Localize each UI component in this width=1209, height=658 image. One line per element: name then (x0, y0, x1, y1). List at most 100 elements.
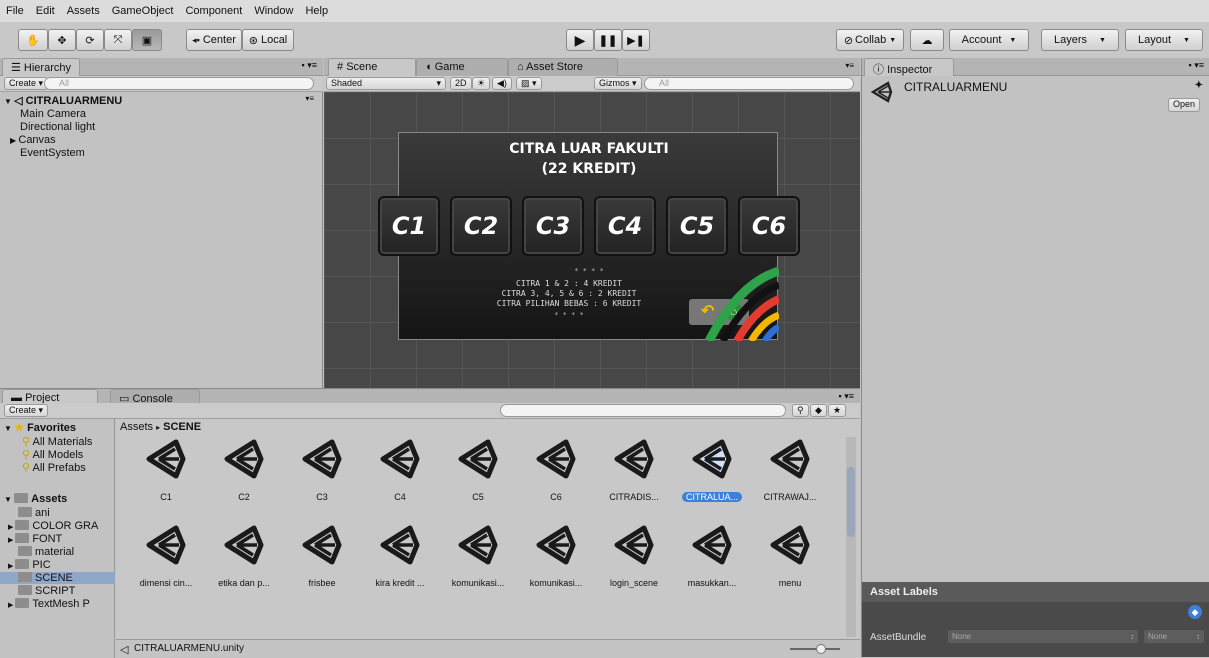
scene-asset[interactable]: login_scene (598, 523, 670, 603)
button-c2[interactable]: C2 (450, 196, 512, 256)
slider-handle[interactable] (816, 644, 826, 654)
hand-tool-button[interactable]: ✋ (18, 29, 48, 51)
panel-menu-icon[interactable]: ▪ ▾≡ (302, 60, 317, 71)
scene-asset[interactable]: etika dan p... (208, 523, 280, 603)
breadcrumb-assets[interactable]: Assets (120, 421, 153, 433)
scale-tool-button[interactable]: ⤧ (104, 29, 132, 51)
scene-asset[interactable]: C2 (208, 437, 280, 517)
grid-scrollbar[interactable] (846, 437, 856, 637)
open-button[interactable]: Open (1168, 98, 1201, 112)
icon-size-slider[interactable] (790, 644, 840, 654)
button-c6[interactable]: C6 (738, 196, 800, 256)
settings-icon[interactable]: ✦ (1195, 80, 1203, 91)
hierarchy-create-button[interactable]: Create ▾ (4, 77, 49, 90)
scene-asset[interactable]: frisbee (286, 523, 358, 603)
tab-asset-store[interactable]: ⌂ Asset Store (508, 58, 618, 76)
scene-asset[interactable]: dimensi cin... (130, 523, 202, 603)
button-c4[interactable]: C4 (594, 196, 656, 256)
asset-bundle-variant-dropdown[interactable]: None ↕ (1144, 630, 1204, 643)
scene-asset[interactable]: CITRALUA... (676, 437, 748, 517)
scene-asset[interactable]: menu (754, 523, 826, 603)
filter-label-button[interactable]: ◆ (810, 404, 827, 417)
step-button[interactable]: ▶❚ (622, 29, 650, 51)
folder-ani[interactable]: ani (18, 507, 50, 519)
panel-menu-icon[interactable]: ▪ ▾≡ (1189, 60, 1204, 71)
panel-menu-icon[interactable]: ▪ ▾≡ (839, 391, 854, 402)
scene-menu-icon[interactable]: ▾≡ (305, 94, 314, 103)
folder-material[interactable]: material (18, 546, 74, 558)
project-create-button[interactable]: Create ▾ (4, 404, 49, 417)
button-c1[interactable]: C1 (378, 196, 440, 256)
scene-asset[interactable]: C1 (130, 437, 202, 517)
scene-viewport[interactable]: CITRA LUAR FAKULTI (22 KREDIT) * * * * C… (324, 92, 860, 388)
hierarchy-item-main-camera[interactable]: Main Camera (20, 108, 86, 120)
folder-script[interactable]: SCRIPT (18, 585, 75, 597)
menu-window[interactable]: Window (254, 5, 293, 17)
folder-font[interactable]: ▶ FONT (8, 533, 62, 545)
scene-root-item[interactable]: ▼ ◁ CITRALUARMENU ▾≡ (4, 94, 322, 107)
scene-asset[interactable]: CITRADIS... (598, 437, 670, 517)
menu-edit[interactable]: Edit (36, 5, 55, 17)
tab-scene[interactable]: # Scene (328, 58, 416, 76)
scrollbar-thumb[interactable] (847, 467, 855, 537)
tag-icon[interactable]: ◆ (1188, 605, 1202, 619)
gizmos-dropdown[interactable]: Gizmos ▾ (594, 77, 642, 90)
project-search-input[interactable] (500, 404, 786, 417)
hierarchy-item-directional-light[interactable]: Directional light (20, 121, 95, 133)
pivot-local-button[interactable]: ⊛ Local (242, 29, 294, 51)
audio-toggle[interactable]: ◀) (492, 77, 512, 90)
folder-color-gra[interactable]: ▶ COLOR GRA (8, 520, 98, 532)
scene-asset[interactable]: CITRAWAJ... (754, 437, 826, 517)
tab-game[interactable]: ◖ Game (416, 58, 508, 76)
hierarchy-item-canvas[interactable]: ▶ Canvas (10, 134, 56, 146)
menu-help[interactable]: Help (305, 5, 328, 17)
menu-assets[interactable]: Assets (67, 5, 100, 17)
account-dropdown[interactable]: Account ▼ (949, 29, 1029, 51)
cloud-button[interactable]: ☁ (910, 29, 944, 51)
scene-asset[interactable]: C6 (520, 437, 592, 517)
play-button[interactable]: ▶ (566, 29, 594, 51)
tab-hierarchy[interactable]: ☰ Hierarchy (2, 58, 80, 76)
favorite-button[interactable]: ★ (828, 404, 847, 417)
menu-component[interactable]: Component (185, 5, 242, 17)
favorite-all-prefabs[interactable]: ⚲ All Prefabs (22, 461, 86, 474)
breadcrumb-scene[interactable]: SCENE (163, 421, 201, 433)
collab-dropdown[interactable]: ⊘ Collab ▼ (836, 29, 904, 51)
folder-scene[interactable]: SCENE (0, 572, 115, 584)
tab-inspector[interactable]: ⓘ Inspector (864, 58, 954, 76)
folder-pic[interactable]: ▶ PIC (8, 559, 51, 571)
hierarchy-search-input[interactable]: All (44, 77, 314, 90)
scene-search-input[interactable]: All (644, 77, 854, 90)
menu-gameobject[interactable]: GameObject (112, 5, 174, 17)
toggle-2d-button[interactable]: 2D (450, 77, 472, 90)
move-tool-button[interactable]: ✥ (48, 29, 76, 51)
favorite-all-models[interactable]: ⚲ All Models (22, 448, 83, 461)
button-c5[interactable]: C5 (666, 196, 728, 256)
filter-type-button[interactable]: ⚲ (792, 404, 809, 417)
scene-asset[interactable]: C4 (364, 437, 436, 517)
scene-asset[interactable]: kira kredit ... (364, 523, 436, 603)
scene-asset[interactable]: masukkan... (676, 523, 748, 603)
favorite-all-materials[interactable]: ⚲ All Materials (22, 435, 92, 448)
scene-asset[interactable]: C5 (442, 437, 514, 517)
asset-bundle-dropdown[interactable]: None ↕ (948, 630, 1138, 643)
scene-asset[interactable]: komunikasi... (520, 523, 592, 603)
effects-dropdown[interactable]: ▨ ▾ (516, 77, 542, 90)
shading-mode-dropdown[interactable]: Shaded ▾ (326, 77, 446, 90)
pivot-center-button[interactable]: ◂▪ Center (186, 29, 242, 51)
lighting-toggle[interactable]: ☀ (472, 77, 491, 90)
menu-file[interactable]: File (6, 5, 24, 17)
folder-textmesh-pro[interactable]: ▶ TextMesh P (8, 598, 90, 610)
rect-tool-button[interactable]: ▣ (132, 29, 162, 51)
assets-node[interactable]: ▼ Assets (4, 493, 67, 505)
favorites-node[interactable]: ▼ ★ Favorites (4, 421, 76, 434)
panel-menu-icon[interactable]: ▾≡ (845, 61, 854, 70)
scene-asset[interactable]: C3 (286, 437, 358, 517)
pause-button[interactable]: ❚❚ (594, 29, 622, 51)
layout-dropdown[interactable]: Layout ▼ (1125, 29, 1203, 51)
hierarchy-item-eventsystem[interactable]: EventSystem (20, 147, 85, 159)
layers-dropdown[interactable]: Layers ▼ (1041, 29, 1119, 51)
rotate-tool-button[interactable]: ⟳ (76, 29, 104, 51)
button-c3[interactable]: C3 (522, 196, 584, 256)
scene-asset[interactable]: komunikasi... (442, 523, 514, 603)
